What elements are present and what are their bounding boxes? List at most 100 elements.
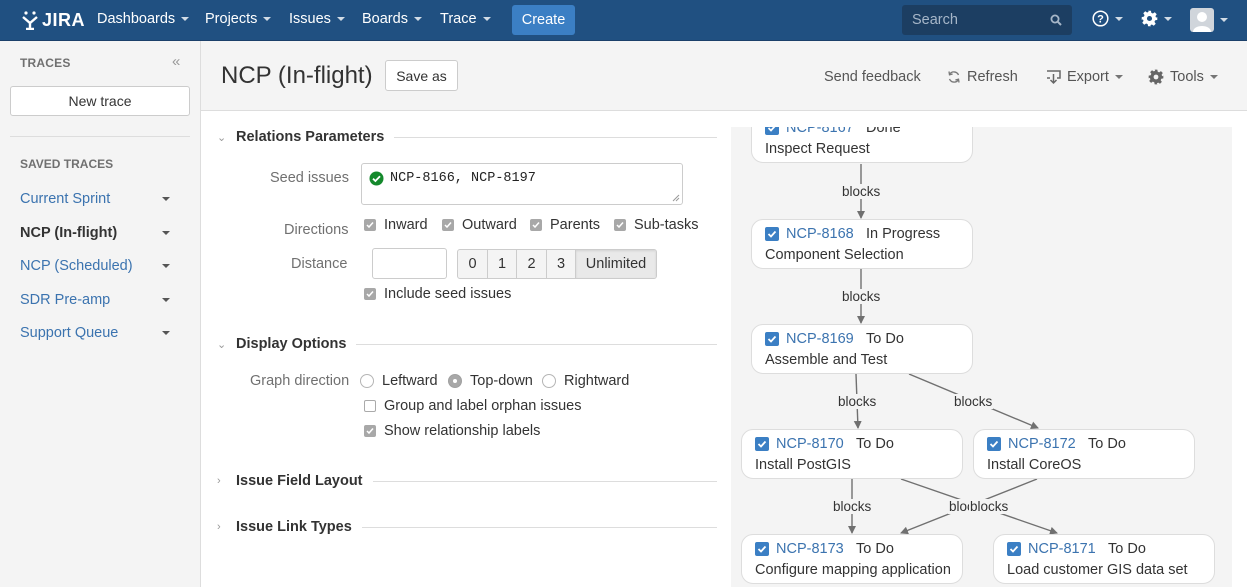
distance-option-2[interactable]: 2 [517, 250, 547, 278]
issue-key-link[interactable]: NCP-8168 [786, 226, 866, 242]
issue-key-link[interactable]: NCP-8172 [1008, 436, 1088, 452]
issue-key-link[interactable]: NCP-8170 [776, 436, 856, 452]
issue-summary: Assemble and Test [765, 352, 888, 368]
chevron-down-icon[interactable] [162, 197, 170, 201]
issue-node[interactable]: NCP-8172 To Do Install CoreOS [973, 429, 1195, 479]
issue-node[interactable]: NCP-8170 To Do Install PostGIS [741, 429, 963, 479]
issue-node-header: NCP-8171 To Do [1007, 541, 1146, 557]
sidebar-item-sdr-pre-amp[interactable]: SDR Pre-amp [20, 290, 170, 310]
issue-key-link[interactable]: NCP-8169 [786, 331, 866, 347]
outward-checkbox[interactable]: Outward [442, 217, 517, 233]
distance-input[interactable] [372, 248, 447, 279]
edge-label: blocks [841, 289, 882, 304]
sidebar-item-ncp-scheduled[interactable]: NCP (Scheduled) [20, 256, 170, 276]
checkbox-unchecked-icon [364, 400, 376, 412]
settings-menu[interactable] [1141, 10, 1172, 27]
distance-label: Distance [291, 256, 348, 272]
page-header: NCP (In-flight) Save as Send feedback Re… [201, 41, 1247, 111]
issue-node-header: NCP-8169 To Do [765, 331, 904, 347]
issue-summary: Component Selection [765, 247, 904, 263]
refresh-icon [948, 71, 960, 83]
issue-key-link[interactable]: NCP-8167 [786, 127, 866, 136]
issue-key-link[interactable]: NCP-8173 [776, 541, 856, 557]
sidebar-title: TRACES [20, 56, 71, 70]
tools-menu[interactable]: Tools [1148, 69, 1218, 85]
distance-option-3[interactable]: 3 [547, 250, 576, 278]
issue-summary: Inspect Request [765, 141, 870, 157]
checkbox-checked-icon [442, 219, 454, 231]
nav-dashboards[interactable]: Dashboards [97, 11, 190, 27]
distance-option-unlimited[interactable]: Unlimited [576, 250, 656, 278]
top-down-radio[interactable]: Top-down [448, 373, 533, 389]
leftward-radio[interactable]: Leftward [360, 373, 438, 389]
issue-type-task-icon [765, 332, 779, 346]
chevron-down-icon[interactable] [162, 331, 170, 335]
issue-node[interactable]: NCP-8168 In Progress Component Selection [751, 219, 973, 269]
chevron-down-icon [1164, 16, 1172, 21]
sub-tasks-checkbox[interactable]: Sub-tasks [614, 217, 698, 233]
sidebar-item-label: SDR Pre-amp [20, 292, 111, 308]
nav-issues[interactable]: Issues [289, 11, 345, 27]
chevron-down-icon [1220, 18, 1228, 22]
parents-checkbox[interactable]: Parents [530, 217, 600, 233]
new-trace-button[interactable]: New trace [10, 86, 190, 116]
distance-option-0[interactable]: 0 [458, 250, 488, 278]
chevron-down-icon[interactable] [162, 231, 170, 235]
rightward-radio[interactable]: Rightward [542, 373, 629, 389]
sidebar-item-support-queue[interactable]: Support Queue [20, 323, 170, 343]
issue-type-task-icon [765, 227, 779, 241]
sidebar-item-label: NCP (Scheduled) [20, 258, 133, 274]
issue-type-task-icon [1007, 542, 1021, 556]
chevron-down-icon[interactable] [162, 298, 170, 302]
distance-option-1[interactable]: 1 [488, 250, 517, 278]
section-title: Issue Link Types [236, 519, 352, 535]
issue-node[interactable]: NCP-8169 To Do Assemble and Test [751, 324, 973, 374]
search-placeholder: Search [912, 12, 958, 28]
seed-issues-input[interactable]: NCP-8166, NCP-8197 [361, 163, 683, 205]
show-relationship-labels-checkbox[interactable]: Show relationship labels [364, 423, 540, 439]
create-button[interactable]: Create [512, 5, 575, 35]
radio-label: Top-down [470, 373, 533, 389]
trace-graph-canvas[interactable]: blocksblocksblocksblocksblocksblocksbloc… [731, 127, 1232, 587]
resize-grip-icon[interactable] [672, 194, 680, 202]
save-as-button[interactable]: Save as [385, 60, 458, 91]
issue-node[interactable]: NCP-8171 To Do Load customer GIS data set [993, 534, 1215, 584]
inward-checkbox[interactable]: Inward [364, 217, 428, 233]
checkbox-checked-icon [614, 219, 626, 231]
search-input[interactable]: Search [902, 5, 1072, 35]
include-seed-issues-checkbox[interactable]: Include seed issues [364, 286, 511, 302]
sidebar-item-ncp-in-flight[interactable]: NCP (In-flight) [20, 223, 170, 243]
issue-field-layout-section-toggle[interactable]: › Issue Field Layout [217, 473, 717, 489]
display-options-section-toggle[interactable]: ⌄ Display Options [217, 336, 717, 352]
top-navigation-bar: JIRA Dashboards Projects Issues Boards T… [0, 0, 1247, 41]
sidebar-item-label: Current Sprint [20, 191, 111, 207]
issue-status: To Do [1088, 436, 1126, 452]
issue-link-types-section-toggle[interactable]: › Issue Link Types [217, 519, 717, 535]
help-menu[interactable]: ? [1092, 10, 1123, 27]
chevron-down-icon[interactable] [162, 264, 170, 268]
issue-key-link[interactable]: NCP-8171 [1028, 541, 1108, 557]
jira-logo[interactable]: JIRA [20, 9, 85, 31]
checkbox-label: Group and label orphan issues [384, 398, 582, 414]
nav-trace[interactable]: Trace [440, 11, 491, 27]
issue-node[interactable]: NCP-8173 To Do Configure mapping applicati… [741, 534, 963, 584]
user-menu[interactable] [1190, 8, 1228, 32]
issue-status: To Do [866, 331, 904, 347]
sidebar-item-current-sprint[interactable]: Current Sprint [20, 189, 170, 209]
issue-node[interactable]: NCP-8167 Done Inspect Request [751, 127, 973, 163]
checkbox-checked-icon [364, 219, 376, 231]
edge-label: blocks [837, 394, 878, 409]
send-feedback-link[interactable]: Send feedback [824, 69, 921, 85]
nav-projects[interactable]: Projects [205, 11, 272, 27]
nav-boards[interactable]: Boards [362, 11, 422, 27]
export-menu[interactable]: Export [1046, 69, 1123, 85]
checkbox-label: Inward [384, 217, 428, 233]
chevron-down-icon [263, 17, 272, 21]
chevron-right-icon: › [217, 521, 221, 533]
collapse-sidebar-icon[interactable]: « [172, 53, 180, 70]
refresh-button[interactable]: Refresh [947, 69, 1018, 85]
checkbox-label: Include seed issues [384, 286, 512, 302]
relations-parameters-section-toggle[interactable]: ⌄ Relations Parameters [217, 129, 717, 145]
group-orphans-checkbox[interactable]: Group and label orphan issues [364, 398, 582, 414]
page-title: NCP (In-flight) [221, 62, 373, 89]
